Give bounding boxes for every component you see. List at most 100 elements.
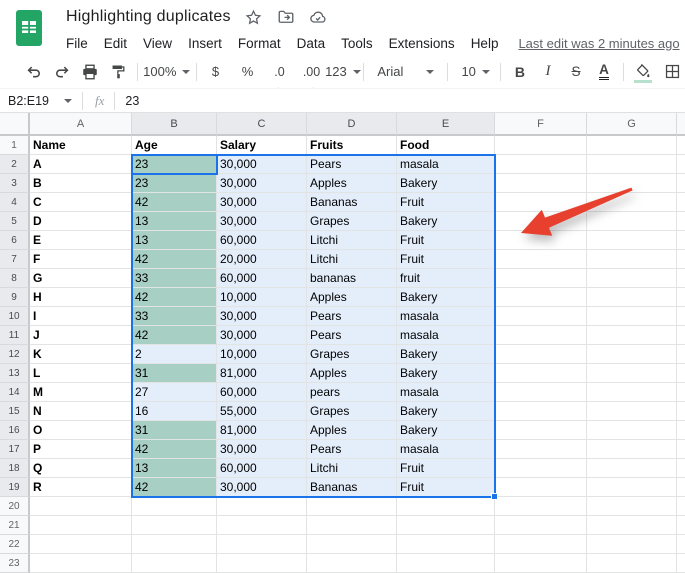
cell-G8[interactable] (587, 269, 677, 288)
cell-D13[interactable]: Apples (307, 364, 397, 383)
cell-D8[interactable]: bananas (307, 269, 397, 288)
cell-F8[interactable] (495, 269, 587, 288)
cell-D18[interactable]: Litchi (307, 459, 397, 478)
cell-B18[interactable]: 13 (132, 459, 217, 478)
cell-H12[interactable] (677, 345, 685, 364)
borders-button[interactable] (661, 60, 685, 84)
cell-F23[interactable] (495, 554, 587, 573)
cell-D20[interactable] (307, 497, 397, 516)
row-header-3[interactable]: 3 (0, 174, 30, 193)
cell-A11[interactable]: J (30, 326, 132, 345)
row-header-5[interactable]: 5 (0, 212, 30, 231)
cell-A13[interactable]: L (30, 364, 132, 383)
cell-F7[interactable] (495, 250, 587, 269)
cell-B16[interactable]: 31 (132, 421, 217, 440)
cell-D6[interactable]: Litchi (307, 231, 397, 250)
row-header-23[interactable]: 23 (0, 554, 30, 573)
column-header-E[interactable]: E (397, 113, 495, 136)
cell-F16[interactable] (495, 421, 587, 440)
cell-F1[interactable] (495, 136, 587, 155)
cell-C8[interactable]: 60,000 (217, 269, 307, 288)
row-header-8[interactable]: 8 (0, 269, 30, 288)
cell-H2[interactable] (677, 155, 685, 174)
cell-B19[interactable]: 42 (132, 478, 217, 497)
row-header-15[interactable]: 15 (0, 402, 30, 421)
cell-C15[interactable]: 55,000 (217, 402, 307, 421)
cell-G1[interactable] (587, 136, 677, 155)
column-header-D[interactable]: D (307, 113, 397, 136)
cell-D12[interactable]: Grapes (307, 345, 397, 364)
cell-E2[interactable]: masala (397, 155, 495, 174)
column-header-F[interactable]: F (495, 113, 587, 136)
cell-E8[interactable]: fruit (397, 269, 495, 288)
menu-help[interactable]: Help (463, 34, 507, 53)
cell-D2[interactable]: Pears (307, 155, 397, 174)
cell-B6[interactable]: 13 (132, 231, 217, 250)
cell-H3[interactable] (677, 174, 685, 193)
cell-D16[interactable]: Apples (307, 421, 397, 440)
cell-F15[interactable] (495, 402, 587, 421)
cell-H11[interactable] (677, 326, 685, 345)
cell-G20[interactable] (587, 497, 677, 516)
text-color-button[interactable]: A (592, 60, 616, 84)
cell-H9[interactable] (677, 288, 685, 307)
cell-B11[interactable]: 42 (132, 326, 217, 345)
column-header-B[interactable]: B (132, 113, 217, 136)
cell-D1[interactable]: Fruits (307, 136, 397, 155)
cell-A14[interactable]: M (30, 383, 132, 402)
cell-G7[interactable] (587, 250, 677, 269)
row-header-11[interactable]: 11 (0, 326, 30, 345)
row-header-12[interactable]: 12 (0, 345, 30, 364)
cell-D19[interactable]: Bananas (307, 478, 397, 497)
print-button[interactable] (78, 60, 102, 84)
fill-color-button[interactable] (631, 60, 655, 84)
cell-A15[interactable]: N (30, 402, 132, 421)
cell-G13[interactable] (587, 364, 677, 383)
cell-C7[interactable]: 20,000 (217, 250, 307, 269)
cell-E21[interactable] (397, 516, 495, 535)
cell-H23[interactable] (677, 554, 685, 573)
cell-C4[interactable]: 30,000 (217, 193, 307, 212)
cell-E15[interactable]: Bakery (397, 402, 495, 421)
cell-C5[interactable]: 30,000 (217, 212, 307, 231)
cell-H20[interactable] (677, 497, 685, 516)
cell-C22[interactable] (217, 535, 307, 554)
menu-tools[interactable]: Tools (333, 34, 381, 53)
cell-H22[interactable] (677, 535, 685, 554)
row-header-14[interactable]: 14 (0, 383, 30, 402)
row-header-18[interactable]: 18 (0, 459, 30, 478)
cell-G5[interactable] (587, 212, 677, 231)
cell-H5[interactable] (677, 212, 685, 231)
menu-insert[interactable]: Insert (180, 34, 230, 53)
cell-E20[interactable] (397, 497, 495, 516)
cell-A17[interactable]: P (30, 440, 132, 459)
cell-G9[interactable] (587, 288, 677, 307)
star-icon[interactable] (245, 8, 263, 26)
cell-E5[interactable]: Bakery (397, 212, 495, 231)
cell-H7[interactable] (677, 250, 685, 269)
paint-format-button[interactable] (106, 60, 130, 84)
cell-E4[interactable]: Fruit (397, 193, 495, 212)
cell-G23[interactable] (587, 554, 677, 573)
cell-G16[interactable] (587, 421, 677, 440)
cell-E18[interactable]: Fruit (397, 459, 495, 478)
cell-E17[interactable]: masala (397, 440, 495, 459)
cell-F18[interactable] (495, 459, 587, 478)
cell-A23[interactable] (30, 554, 132, 573)
cell-B15[interactable]: 16 (132, 402, 217, 421)
cell-H4[interactable] (677, 193, 685, 212)
cell-A9[interactable]: H (30, 288, 132, 307)
cell-D10[interactable]: Pears (307, 307, 397, 326)
cell-E19[interactable]: Fruit (397, 478, 495, 497)
cell-E13[interactable]: Bakery (397, 364, 495, 383)
cell-H8[interactable] (677, 269, 685, 288)
cell-B13[interactable]: 31 (132, 364, 217, 383)
row-header-20[interactable]: 20 (0, 497, 30, 516)
cell-H13[interactable] (677, 364, 685, 383)
cell-H17[interactable] (677, 440, 685, 459)
cell-D11[interactable]: Pears (307, 326, 397, 345)
cell-A7[interactable]: F (30, 250, 132, 269)
cell-C20[interactable] (217, 497, 307, 516)
cell-F21[interactable] (495, 516, 587, 535)
cell-C14[interactable]: 60,000 (217, 383, 307, 402)
